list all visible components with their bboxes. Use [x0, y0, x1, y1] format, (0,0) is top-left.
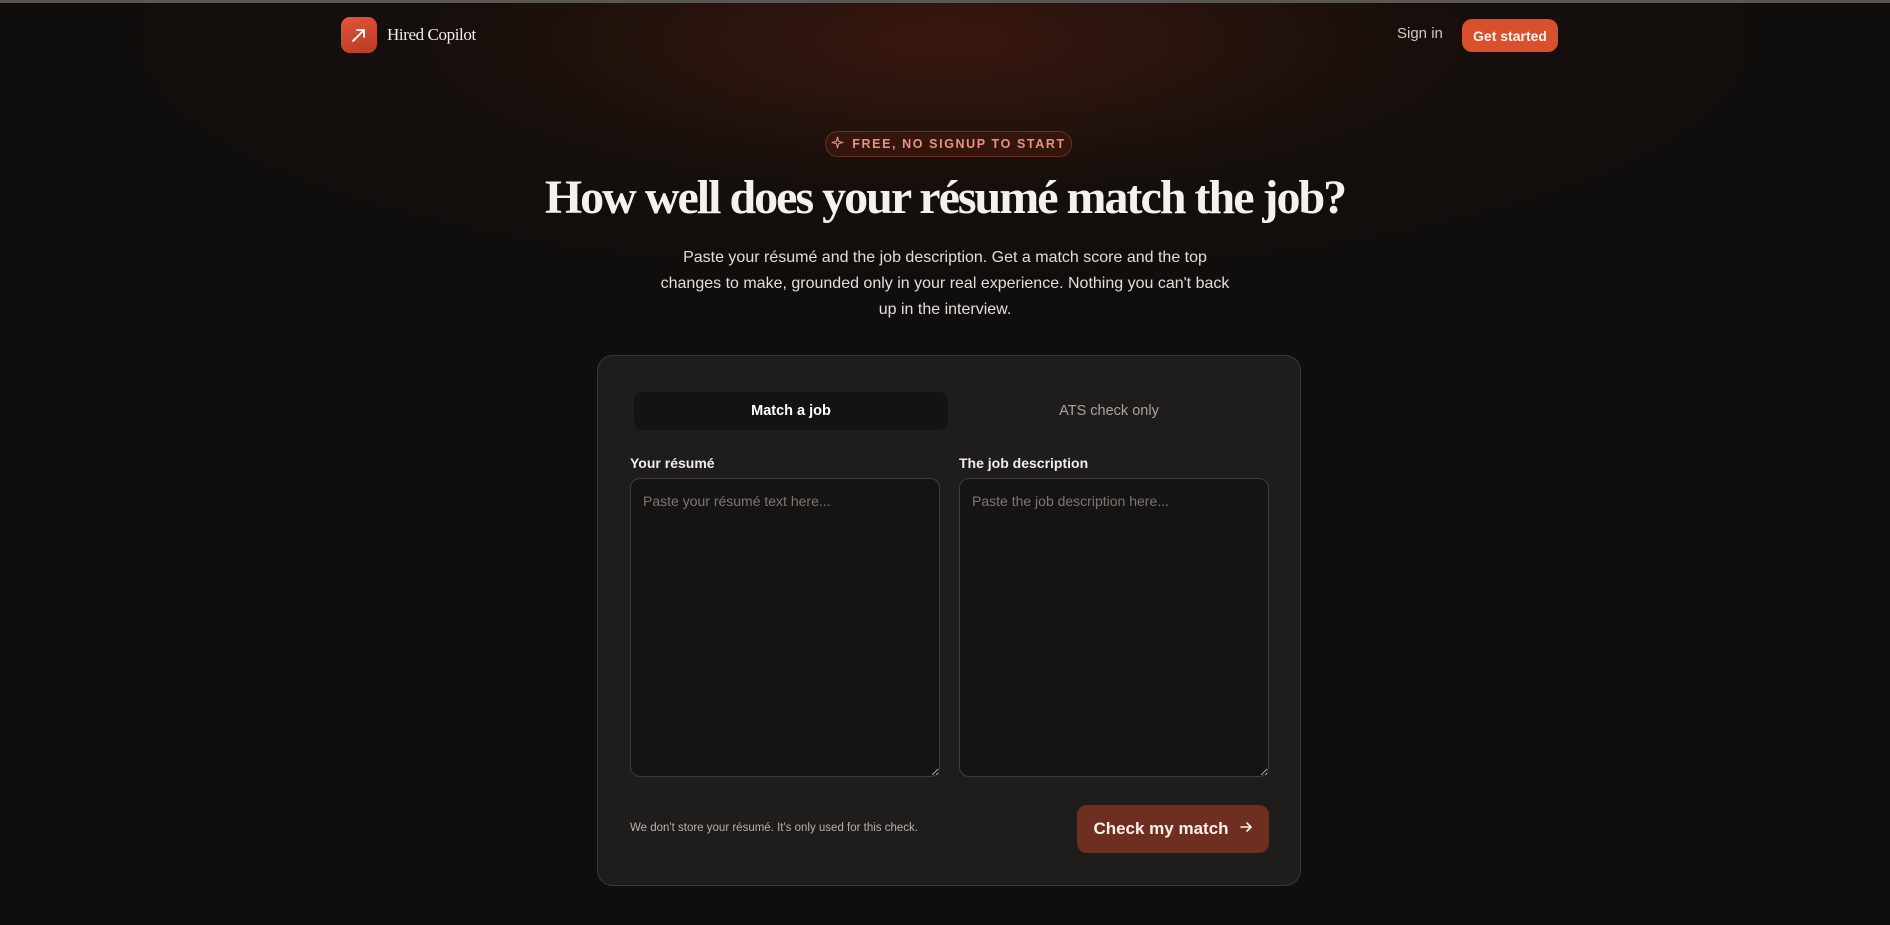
sparkle-icon — [831, 136, 844, 152]
brand-logo-link[interactable]: Hired Copilot — [341, 17, 476, 53]
mode-tabs: Match a job ATS check only — [634, 392, 1266, 430]
job-description-textarea[interactable] — [959, 478, 1269, 777]
free-badge: FREE, NO SIGNUP TO START — [825, 131, 1072, 157]
sign-in-link[interactable]: Sign in — [1397, 25, 1443, 42]
resume-textarea[interactable] — [630, 478, 940, 777]
top-border — [0, 0, 1890, 3]
check-my-match-button[interactable]: Check my match — [1077, 805, 1269, 853]
get-started-button[interactable]: Get started — [1462, 19, 1558, 52]
page-subtitle: Paste your résumé and the job descriptio… — [660, 249, 1230, 318]
arrow-up-right-icon — [341, 17, 377, 53]
resume-label: Your résumé — [630, 455, 715, 471]
match-form-card: Match a job ATS check only Your résumé T… — [597, 355, 1301, 886]
brand-name: Hired Copilot — [387, 25, 476, 44]
page-title: How well does your résumé match the job? — [544, 171, 1347, 224]
job-description-label: The job description — [959, 455, 1089, 471]
privacy-note: We don't store your résumé. It's only us… — [630, 822, 918, 834]
arrow-right-icon — [1239, 819, 1253, 839]
check-my-match-label: Check my match — [1093, 819, 1229, 838]
badge-text: FREE, NO SIGNUP TO START — [852, 137, 1066, 151]
tab-match-a-job[interactable]: Match a job — [634, 392, 948, 430]
tab-ats-check-only[interactable]: ATS check only — [952, 392, 1266, 430]
